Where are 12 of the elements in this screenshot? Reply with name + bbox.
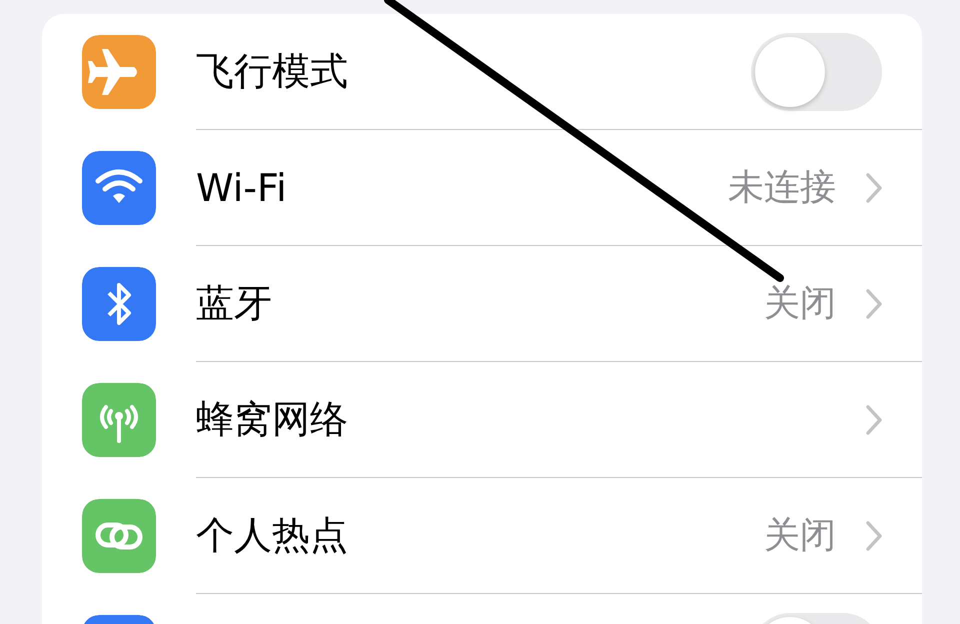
setting-label: 蜂窝网络: [196, 396, 349, 443]
setting-label: 蓝牙: [196, 280, 273, 327]
setting-label: 个人热点: [196, 512, 349, 559]
chevron-icon[interactable]: [866, 172, 882, 202]
chevron-icon[interactable]: [866, 520, 882, 550]
setting-value: 未连接: [728, 166, 836, 210]
setting-value: 关闭: [764, 282, 836, 326]
setting-label: 飞行模式: [196, 48, 349, 95]
chevron-icon[interactable]: [866, 288, 882, 318]
setting-label: Wi-Fi: [196, 166, 288, 210]
setting-value: 关闭: [764, 514, 836, 558]
chevron-icon[interactable]: [866, 404, 882, 434]
